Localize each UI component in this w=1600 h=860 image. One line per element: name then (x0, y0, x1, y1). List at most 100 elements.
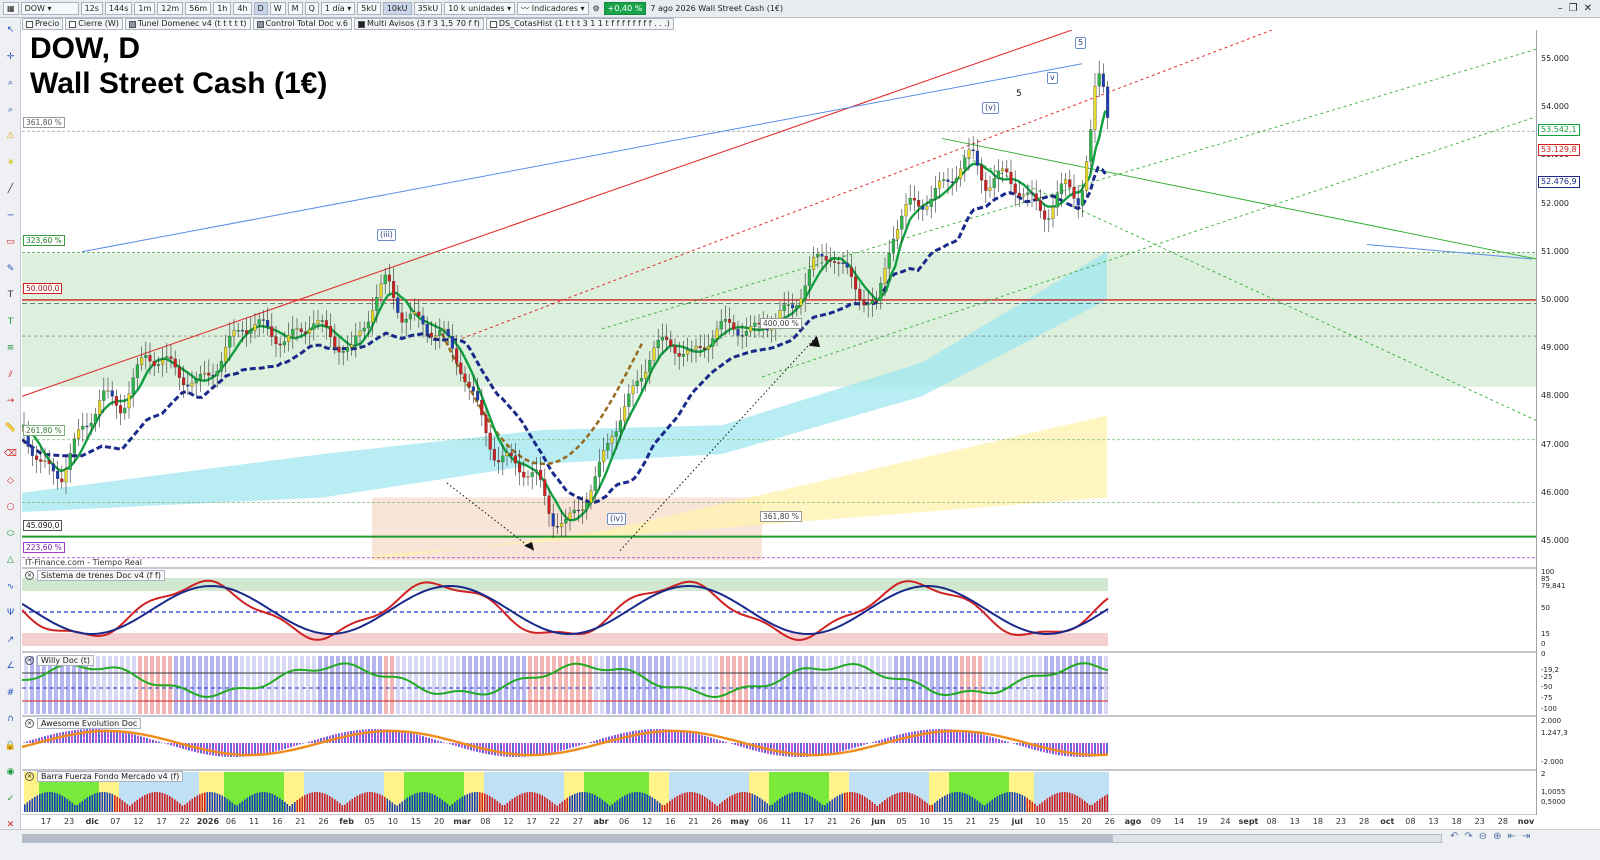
timeframe-4h[interactable]: 4h (233, 2, 252, 15)
alert-icon[interactable]: ⚠ (4, 130, 17, 142)
checkbox-icon[interactable] (489, 20, 497, 28)
arrow-icon[interactable]: → (4, 395, 17, 407)
unit-35ku[interactable]: 35kU (413, 2, 443, 15)
text-icon[interactable]: T (4, 316, 17, 328)
fuerza-bar (369, 792, 371, 812)
price-axis[interactable]: 55.00054.00053.00052.00051.00050.00049.0… (1536, 30, 1600, 815)
circle-icon[interactable]: ○ (4, 501, 17, 513)
horizontal-scrollbar[interactable] (22, 834, 1442, 843)
redo-icon[interactable]: ↷ (1464, 831, 1472, 842)
fuerza-bar (976, 800, 979, 812)
time-axis-label: jul (1011, 817, 1023, 826)
line-icon[interactable]: ╱ (4, 183, 17, 195)
indicator-tab-precio[interactable]: Precio (22, 18, 64, 30)
timeframe-12s[interactable]: 12s (80, 2, 103, 15)
channel-icon[interactable]: ⫽ (4, 369, 17, 381)
unit-10ku[interactable]: 10kU (382, 2, 412, 15)
grid-icon[interactable]: # (4, 687, 17, 699)
indicators-button[interactable]: 〰 Indicadores ▾ (517, 2, 589, 15)
timeframe-1m[interactable]: 1m (134, 2, 156, 15)
minimize-icon[interactable]: – (1558, 3, 1563, 14)
text-icon[interactable]: T (4, 289, 17, 301)
subpanel-header-trenes[interactable]: ✕ Sistema de trenes Doc v4 (f f) (25, 570, 165, 581)
candle-body (287, 335, 291, 342)
checkbox-icon[interactable] (256, 20, 264, 28)
willy-bar (942, 656, 946, 714)
timeframe-144s[interactable]: 144s (104, 2, 133, 15)
crosshair-icon[interactable]: ✛ (4, 51, 17, 63)
grid-menu-icon[interactable]: ▦ (3, 2, 19, 15)
willy-bar (648, 656, 652, 714)
subpanel-header-awesome[interactable]: ✕ Awesome Evolution Doc (25, 718, 142, 729)
fib-icon[interactable]: ≡ (4, 342, 17, 354)
period-selector[interactable]: 1 día ▾ (320, 2, 356, 15)
gear-icon[interactable]: ✕ (25, 571, 34, 580)
subpanel-header-willy[interactable]: ✕ Willy Doc (t) (25, 655, 95, 666)
fuerza-bar (106, 792, 109, 812)
timeframe-q[interactable]: Q (304, 2, 319, 15)
scroll-start-icon[interactable]: ⇤ (1508, 831, 1516, 842)
search-icon[interactable]: ⌕ (4, 104, 17, 116)
indicator-tab-control[interactable]: Control Total Doc v.6 (252, 18, 352, 30)
indicator-tab-cierre[interactable]: Cierre (W) (65, 18, 123, 30)
wave-icon[interactable]: ∿ (4, 581, 17, 593)
rect-icon[interactable]: ▭ (4, 236, 17, 248)
timeframe-12m[interactable]: 12m (157, 2, 184, 15)
gear-icon[interactable]: ✕ (25, 656, 34, 665)
scrollbar-thumb[interactable] (23, 835, 1113, 842)
eye-icon[interactable]: ◉ (4, 766, 17, 778)
cursor-icon[interactable]: ↖ (4, 24, 17, 36)
checkbox-icon[interactable] (128, 20, 136, 28)
symbol-selector[interactable]: DOW ▾ (20, 2, 79, 15)
checkbox-icon[interactable] (69, 20, 77, 28)
fuerza-bar (989, 801, 991, 812)
check-icon[interactable]: ✓ (4, 793, 17, 805)
gear-icon[interactable]: ✕ (25, 719, 34, 728)
ellipse-icon[interactable]: ⬭ (4, 528, 17, 540)
fuerza-bar (1056, 793, 1059, 812)
timeframe-d[interactable]: D (253, 2, 268, 15)
light-icon[interactable]: ☀ (4, 157, 17, 169)
willy-bar (876, 656, 880, 714)
timeframe-w[interactable]: W (269, 2, 286, 15)
time-axis-label: 23 (1335, 817, 1347, 826)
indicator-tab-cotashist[interactable]: DS_CotasHist (1 t t t 3 1 1 t f f f f f … (485, 18, 674, 30)
pencil-icon[interactable]: ✎ (4, 263, 17, 275)
zoom-in-icon[interactable]: ⊕ (1493, 831, 1501, 842)
timeframe-m[interactable]: M (287, 2, 303, 15)
indicator-tab-multiavisos[interactable]: Multi Avisos (3 f 3 1,5 70 f f) (353, 18, 484, 30)
restore-icon[interactable]: ❐ (1569, 3, 1578, 14)
lock-icon[interactable]: 🔒 (4, 740, 17, 752)
subpanel-header-fuerza[interactable]: ✕ Barra Fuerza Fondo Mercado v4 (f) (25, 771, 184, 782)
chart-canvas[interactable] (22, 30, 1536, 815)
units-selector[interactable]: 10 k unidades ▾ (444, 2, 516, 15)
fuerza-bar (781, 797, 784, 812)
magnet-icon[interactable]: ∩ (4, 713, 17, 725)
close-icon[interactable]: ✕ (1584, 3, 1592, 14)
scroll-end-icon[interactable]: ⇥ (1522, 831, 1530, 842)
settings-icon[interactable]: ⚙ (591, 4, 602, 13)
candle-body (1005, 168, 1009, 173)
timeframe-56m[interactable]: 56m (185, 2, 212, 15)
fuerza-bar (191, 798, 194, 812)
pitchfork-icon[interactable]: Ψ (4, 607, 17, 619)
fuerza-bar (409, 796, 411, 812)
ruler-icon[interactable]: 📏 (4, 422, 17, 434)
time-axis[interactable]: 17 23 dic 07 12 17 22 2026 06 11 16 21 26 feb 05 10 15 20… (22, 815, 1536, 829)
zoom-out-icon[interactable]: ⊖ (1479, 831, 1487, 842)
angle-icon[interactable]: ∠ (4, 660, 17, 672)
unit-5ku[interactable]: 5kU (357, 2, 381, 15)
triangle-icon[interactable]: △ (4, 554, 17, 566)
hline-icon[interactable]: ─ (4, 210, 17, 222)
indicator-tab-tunel[interactable]: Tunel Domenec v4 (t t t t t) (124, 18, 251, 30)
zoom-icon[interactable]: ⌕ (4, 77, 17, 89)
gear-icon[interactable]: ✕ (25, 772, 34, 781)
checkbox-icon[interactable] (357, 20, 365, 28)
undo-icon[interactable]: ↶ (1450, 831, 1458, 842)
eraser-icon[interactable]: ⌫ (4, 448, 17, 460)
trend-icon[interactable]: ↗ (4, 634, 17, 646)
fuerza-bar (486, 794, 489, 812)
checkbox-icon[interactable] (26, 20, 33, 28)
shape-icon[interactable]: ◇ (4, 475, 17, 487)
timeframe-1h[interactable]: 1h (213, 2, 232, 15)
